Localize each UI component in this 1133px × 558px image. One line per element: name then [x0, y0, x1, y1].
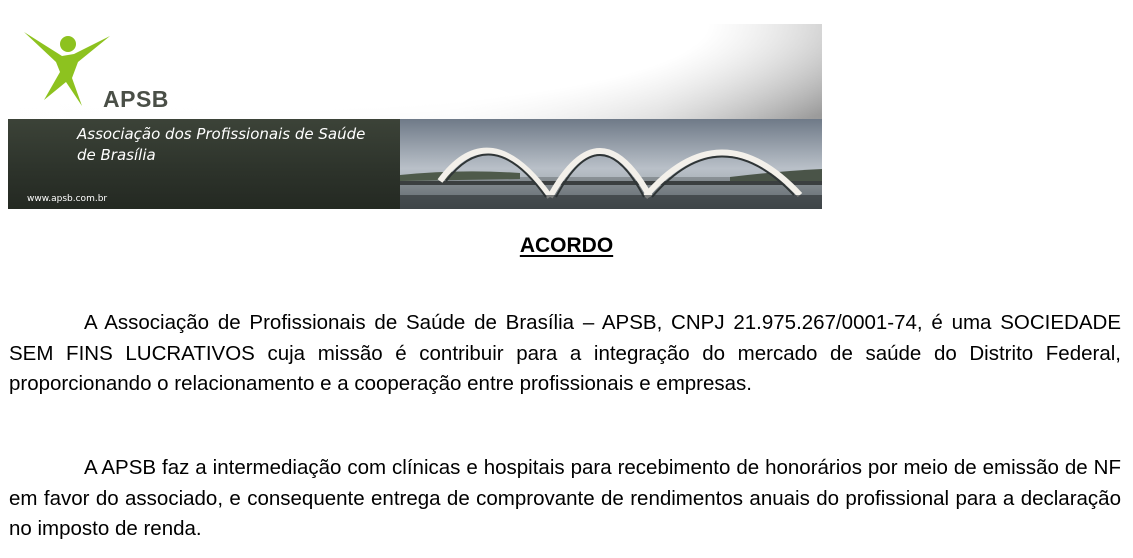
org-name: Associação dos Profissionais de Saúde de…	[77, 124, 397, 166]
stick-figure-icon	[24, 32, 110, 106]
paragraph-2: A APSB faz a intermediação com clínicas …	[9, 456, 1121, 540]
header-banner: APSB Associação dos Profissionais de Saú…	[8, 24, 822, 209]
website-url: www.apsb.com.br	[27, 194, 108, 204]
bridge-photo	[400, 119, 822, 209]
org-name-line2: de Brasília	[77, 146, 156, 164]
paragraph-1: A Associação de Profissionais de Saúde d…	[9, 311, 1121, 395]
document-title: ACORDO	[519, 234, 614, 257]
org-name-line1: Associação dos Profissionais de Saúde	[77, 125, 366, 143]
logo-text: APSB	[103, 86, 169, 112]
